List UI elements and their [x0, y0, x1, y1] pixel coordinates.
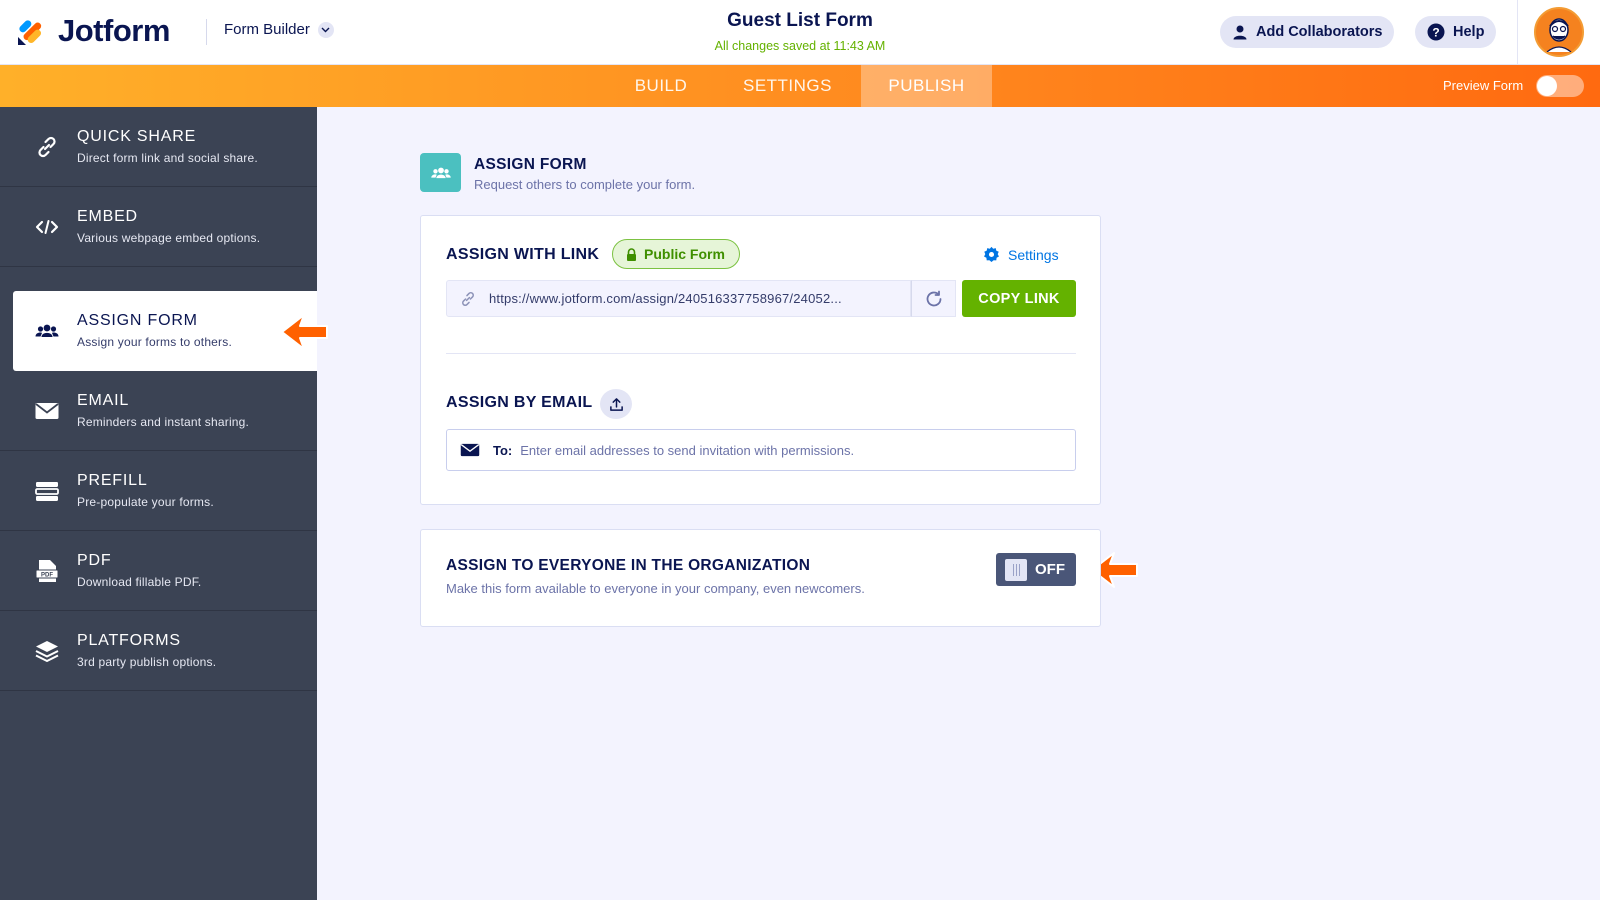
organization-toggle[interactable]: OFF [996, 553, 1076, 586]
sidebar-item-quick-share[interactable]: QUICK SHARE Direct form link and social … [0, 107, 317, 187]
sidebar-item-pdf[interactable]: PDF PDF Download fillable PDF. [0, 531, 317, 611]
tab-publish[interactable]: PUBLISH [861, 65, 992, 107]
brand-name: Jotform [58, 13, 170, 48]
public-form-badge[interactable]: Public Form [612, 239, 740, 269]
sidebar-item-title: EMAIL [77, 392, 130, 409]
publish-sidebar: QUICK SHARE Direct form link and social … [0, 107, 317, 900]
sidebar-item-title: EMBED [77, 208, 138, 225]
settings-label: Settings [1008, 246, 1059, 263]
pdf-icon: PDF [34, 558, 60, 584]
sidebar-item-title: PDF [77, 552, 112, 569]
sidebar-item-subtitle: Assign your forms to others. [77, 335, 232, 349]
sidebar-item-embed[interactable]: EMBED Various webpage embed options. [0, 187, 317, 267]
gear-icon [984, 246, 999, 262]
sidebar-item-subtitle: Download fillable PDF. [77, 575, 202, 589]
assign-link-url: https://www.jotform.com/assign/240516337… [489, 291, 842, 306]
sidebar-item-prefill[interactable]: PREFILL Pre-populate your forms. [0, 451, 317, 531]
sidebar-item-subtitle: Various webpage embed options. [77, 231, 261, 245]
form-title[interactable]: Guest List Form [600, 10, 1000, 32]
organization-card: ASSIGN TO EVERYONE IN THE ORGANIZATION M… [420, 529, 1101, 627]
form-builder-dropdown[interactable]: Form Builder [224, 21, 334, 38]
sidebar-item-platforms[interactable]: PLATFORMS 3rd party publish options. [0, 611, 317, 691]
pointer-arrow-icon [281, 314, 328, 350]
lock-icon [627, 247, 636, 261]
users-icon [430, 167, 451, 178]
link-icon [447, 290, 489, 308]
link-icon [34, 134, 60, 160]
sidebar-item-title: PREFILL [77, 472, 148, 489]
help-label: Help [1453, 24, 1485, 40]
refresh-icon [926, 290, 941, 306]
assign-by-email-label: ASSIGN BY EMAIL [446, 394, 593, 411]
assign-link-field[interactable]: https://www.jotform.com/assign/240516337… [446, 280, 911, 317]
email-recipients-input[interactable]: To: Enter email addresses to send invita… [446, 429, 1076, 471]
svg-text:PDF: PDF [41, 573, 53, 579]
add-collaborators-label: Add Collaborators [1256, 24, 1383, 40]
toggle-knob [1537, 76, 1557, 96]
envelope-icon [447, 442, 493, 458]
help-icon: ? [1427, 23, 1445, 41]
sidebar-item-title: QUICK SHARE [77, 128, 197, 145]
toggle-state-label: OFF [1035, 561, 1065, 578]
help-button[interactable]: ? Help [1415, 16, 1497, 48]
jotform-logo[interactable]: Jotform [16, 13, 170, 49]
organization-title: ASSIGN TO EVERYONE IN THE ORGANIZATION [446, 557, 811, 574]
upload-icon [609, 397, 623, 411]
organization-subtitle: Make this form available to everyone in … [446, 581, 865, 596]
link-settings-button[interactable]: Settings [983, 246, 1059, 263]
top-header: Jotform Form Builder Guest List Form All… [0, 0, 1600, 65]
email-to-label: To: [493, 442, 513, 458]
assign-form-header-icon [420, 153, 461, 192]
sidebar-item-email[interactable]: EMAIL Reminders and instant sharing. [0, 371, 317, 451]
refresh-link-button[interactable] [911, 280, 956, 317]
assign-card: ASSIGN WITH LINK Public Form Settings ht… [420, 215, 1101, 505]
sidebar-item-subtitle: Reminders and instant sharing. [77, 415, 250, 429]
sidebar-item-subtitle: Direct form link and social share. [77, 151, 258, 165]
avatar-container [1517, 0, 1600, 64]
preview-form-label: Preview Form [1443, 78, 1524, 93]
sidebar-item-assign-form[interactable]: ASSIGN FORM Assign your forms to others. [13, 291, 317, 371]
header-divider [206, 19, 207, 45]
chevron-down-icon [317, 21, 334, 38]
jotform-logo-icon [18, 20, 42, 45]
assign-with-link-label: ASSIGN WITH LINK [446, 246, 600, 263]
email-placeholder: Enter email addresses to send invitation… [520, 442, 855, 458]
section-subtitle: Request others to complete your form. [474, 177, 696, 192]
avatar[interactable] [1534, 7, 1584, 57]
save-status: All changes saved at 11:43 AM [714, 39, 886, 53]
sidebar-item-subtitle: 3rd party publish options. [77, 655, 217, 669]
envelope-icon [34, 398, 60, 424]
sidebar-item-title: ASSIGN FORM [77, 312, 198, 329]
section-title: ASSIGN FORM [474, 156, 587, 173]
user-icon [1233, 25, 1247, 40]
prefill-icon [34, 478, 60, 504]
builder-label: Form Builder [224, 21, 310, 38]
layers-icon [34, 638, 60, 664]
section-divider [446, 353, 1076, 354]
preview-form-toggle[interactable] [1536, 75, 1584, 97]
add-collaborators-button[interactable]: Add Collaborators [1220, 16, 1395, 48]
svg-text:?: ? [1432, 26, 1439, 40]
form-title-block: Guest List Form All changes saved at 11:… [600, 10, 1000, 53]
user-avatar-icon [1546, 18, 1572, 52]
toggle-knob [1005, 558, 1027, 581]
copy-link-button[interactable]: COPY LINK [962, 280, 1076, 317]
sidebar-item-title: PLATFORMS [77, 632, 181, 649]
users-icon [34, 318, 60, 344]
tab-build[interactable]: BUILD [620, 65, 702, 107]
public-form-label: Public Form [644, 246, 725, 262]
builder-nav: BUILD SETTINGS PUBLISH Preview Form [0, 65, 1600, 107]
sidebar-item-subtitle: Pre-populate your forms. [77, 495, 214, 509]
tab-settings[interactable]: SETTINGS [730, 65, 845, 107]
import-emails-button[interactable] [600, 389, 632, 419]
code-icon [34, 214, 60, 240]
